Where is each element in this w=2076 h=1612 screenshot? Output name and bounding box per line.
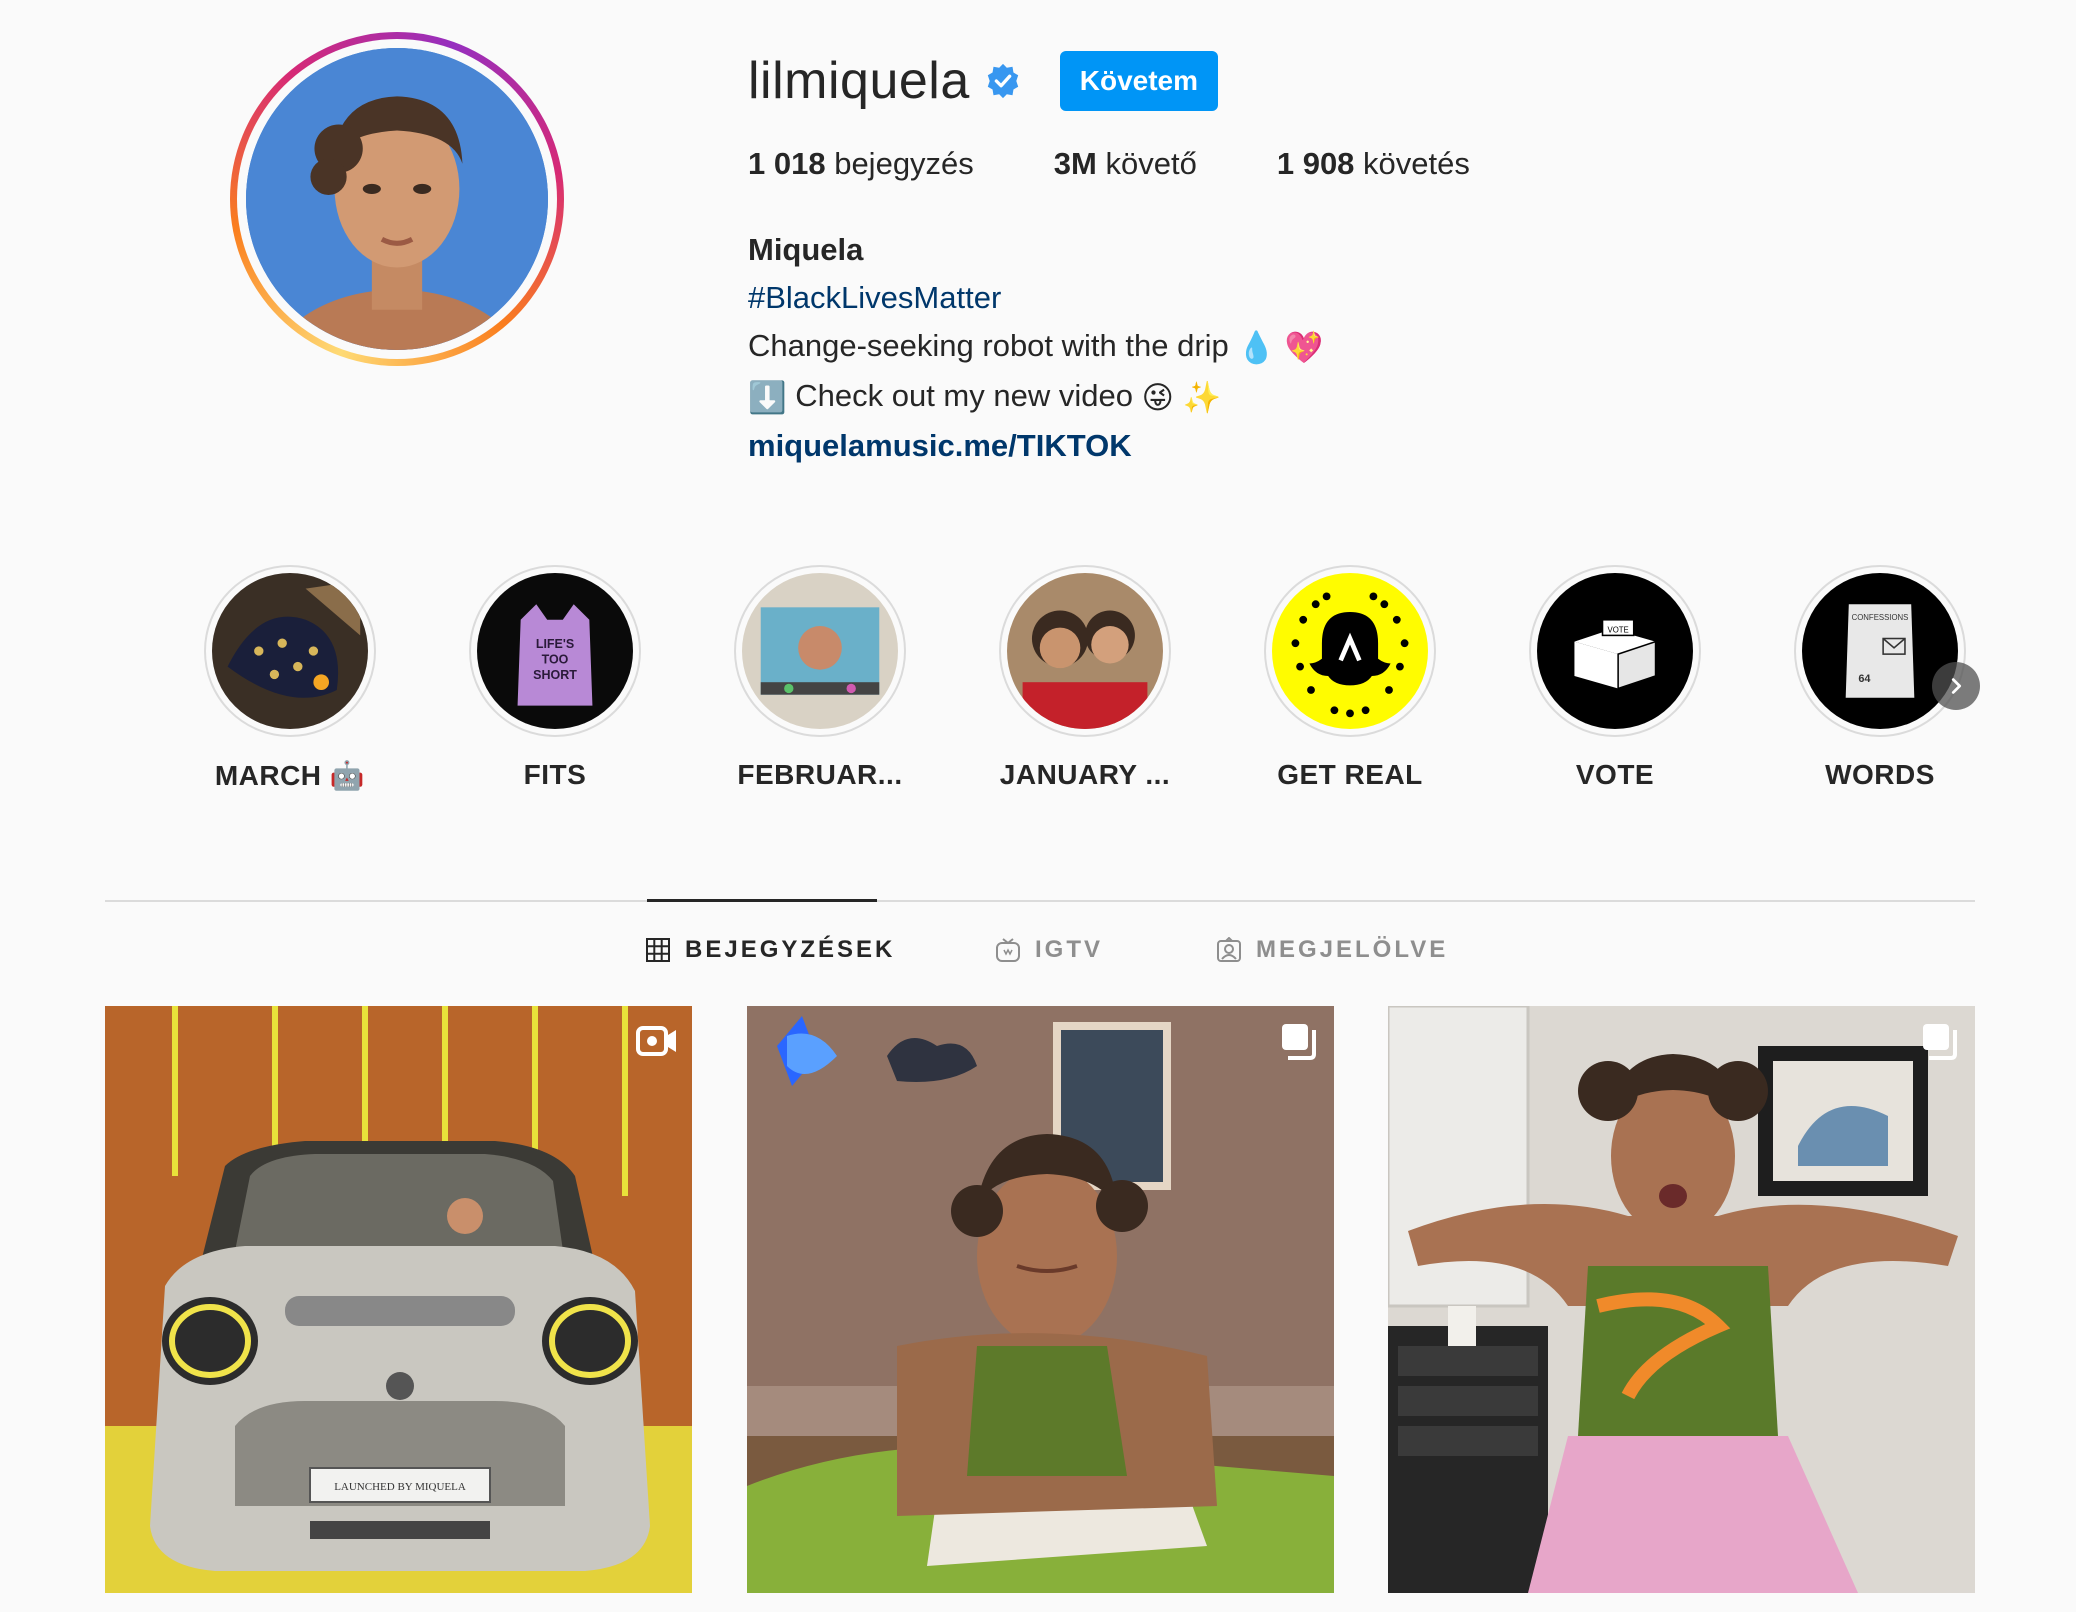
posts-count-stat: 1 018 bejegyzés	[748, 146, 974, 190]
posts-count: 1 018	[748, 146, 826, 181]
svg-text:LIFE'S: LIFE'S	[536, 637, 574, 651]
bag-image: LIFE'S TOO SHORT	[477, 573, 633, 729]
tabs-divider	[105, 900, 1975, 902]
verified-badge-icon	[984, 62, 1022, 100]
tab-posts[interactable]: BEJEGYZÉSEK	[645, 936, 895, 964]
bedroom-post-image	[747, 1006, 1334, 1593]
posts-grid: LAUNCHED BY MIQUELA	[105, 1006, 1975, 1593]
highlight-january[interactable]: JANUARY ...	[985, 565, 1185, 791]
post-tile[interactable]	[747, 1006, 1334, 1593]
highlight-march[interactable]: MARCH 🤖	[190, 565, 390, 792]
highlight-label: FEBRUAR...	[737, 759, 903, 790]
bio-hashtag-link[interactable]: #BlackLivesMatter	[748, 274, 1323, 322]
tab-tagged-label: MEGJELÖLVE	[1256, 936, 1449, 963]
highlight-label: GET REAL	[1277, 759, 1423, 790]
following-label: követés	[1363, 146, 1470, 181]
down-arrow-emoji: ⬇️	[748, 379, 787, 415]
grid-icon	[645, 937, 671, 963]
bio: Miquela #BlackLivesMatter Change-seeking…	[748, 226, 1323, 470]
highlight-get-real[interactable]: GET REAL	[1250, 565, 1450, 791]
tab-igtv-label: IGTV	[1035, 936, 1104, 963]
highlight-label: WORDS	[1825, 759, 1935, 790]
avatar-image	[246, 48, 548, 350]
active-tab-indicator	[647, 899, 877, 902]
droplet-heart-emoji: 💧 💖	[1237, 329, 1324, 365]
highlight-label: MARCH 🤖	[214, 760, 366, 791]
carousel-icon	[1917, 1018, 1963, 1064]
tab-tagged[interactable]: MEGJELÖLVE	[1216, 936, 1448, 964]
bio-line-2-text: Check out my new video	[795, 377, 1133, 413]
post-tile[interactable]	[1388, 1006, 1975, 1593]
bio-name: Miquela	[748, 232, 864, 267]
snapcode-image	[1272, 573, 1428, 729]
tab-igtv[interactable]: IGTV	[995, 936, 1103, 964]
svg-text:64: 64	[1858, 673, 1870, 685]
username: lilmiquela	[748, 52, 970, 110]
svg-text:VOTE: VOTE	[1608, 625, 1629, 634]
license-plate-text: LAUNCHED BY MIQUELA	[334, 1481, 466, 1493]
following-count: 1 908	[1276, 146, 1355, 181]
highlight-label: VOTE	[1575, 759, 1655, 790]
highlight-vote[interactable]: VOTE VOTE	[1515, 565, 1715, 791]
tv-image	[742, 573, 898, 729]
bio-website-link[interactable]: miquelamusic.me/TIKTOK	[748, 422, 1323, 470]
following-stat[interactable]: 1 908 követés	[1277, 146, 1470, 190]
video-icon	[634, 1018, 680, 1064]
story-highlights: MARCH 🤖 LIFE'S TOO SHORT FITS FEBRUAR...	[190, 565, 1990, 805]
friends-image	[1007, 573, 1163, 729]
kitchen-post-image	[1388, 1006, 1975, 1593]
followers-count: 3M	[1053, 146, 1097, 181]
bio-line-2: ⬇️ Check out my new video 😜 ✨	[748, 372, 1323, 422]
highlight-february[interactable]: FEBRUAR...	[720, 565, 920, 791]
ballot-box-icon: VOTE	[1537, 573, 1693, 729]
chevron-right-icon	[1951, 678, 1962, 694]
svg-text:CONFESSIONS: CONFESSIONS	[1852, 613, 1909, 622]
gloves-image	[212, 573, 368, 729]
igtv-icon	[995, 937, 1021, 963]
posts-label: bejegyzés	[834, 146, 974, 181]
highlight-label: JANUARY ...	[999, 759, 1171, 790]
follow-button[interactable]: Követem	[1059, 51, 1219, 111]
highlights-next-button[interactable]	[1932, 662, 1980, 710]
svg-text:SHORT: SHORT	[533, 668, 577, 682]
tab-posts-label: BEJEGYZÉSEK	[685, 936, 896, 963]
username-row: lilmiquela Követem	[748, 46, 1219, 116]
avatar[interactable]	[246, 48, 548, 350]
bio-line-1-text: Change-seeking robot with the drip	[748, 328, 1229, 363]
story-ring[interactable]	[230, 32, 564, 366]
followers-stat[interactable]: 3M követő	[1054, 146, 1197, 190]
svg-text:TOO: TOO	[542, 652, 569, 666]
tagged-icon	[1216, 936, 1242, 963]
post-tile[interactable]: LAUNCHED BY MIQUELA	[105, 1006, 692, 1593]
wink-sparkles-emoji: 😜 ✨	[1141, 379, 1222, 415]
highlight-label: FITS	[523, 759, 587, 790]
stats-row: 1 018 bejegyzés 3M követő 1 908 követés	[748, 146, 1550, 190]
highlight-fits[interactable]: LIFE'S TOO SHORT FITS	[455, 565, 655, 791]
sd-card-image: CONFESSIONS 64	[1802, 573, 1958, 729]
profile-header: lilmiquela Követem 1 018 bejegyzés 3M kö…	[0, 0, 2076, 500]
followers-label: követő	[1105, 146, 1197, 181]
bio-line-1: Change-seeking robot with the drip 💧 💖	[748, 322, 1323, 372]
profile-tabs: BEJEGYZÉSEK IGTV MEGJELÖLVE	[0, 936, 2076, 976]
carousel-icon	[1276, 1018, 1322, 1064]
car-post-image: LAUNCHED BY MIQUELA	[105, 1006, 692, 1593]
